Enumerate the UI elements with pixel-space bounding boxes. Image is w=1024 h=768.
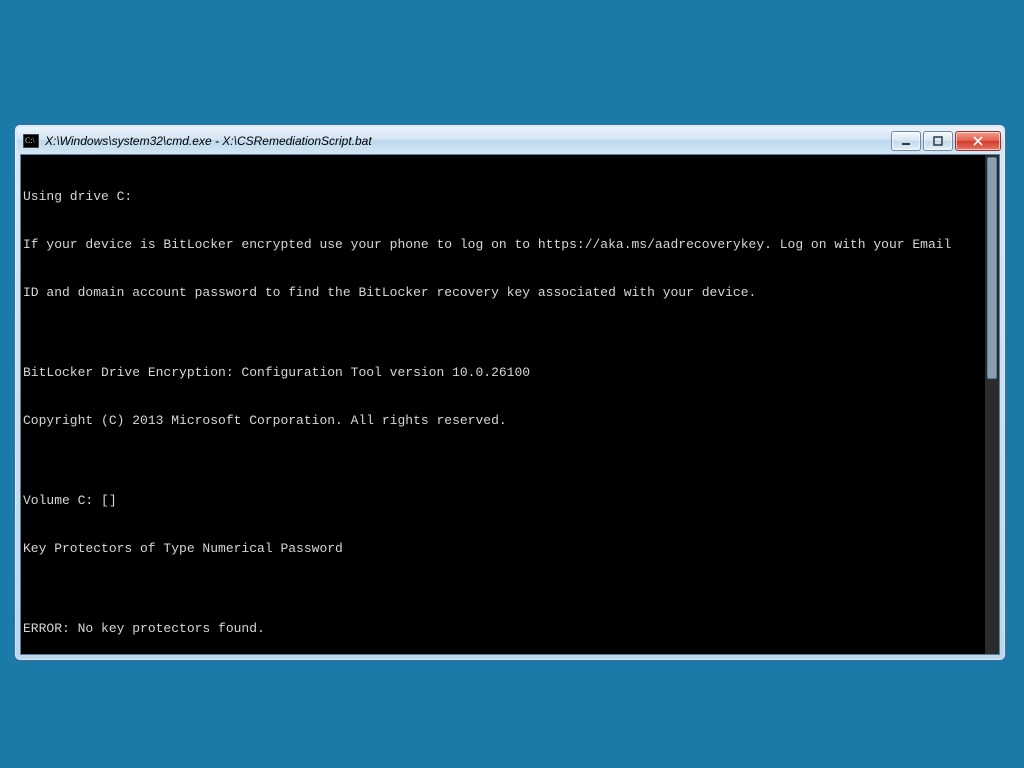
terminal-line: If your device is BitLocker encrypted us… xyxy=(23,237,985,253)
vertical-scrollbar[interactable] xyxy=(985,155,999,654)
maximize-button[interactable] xyxy=(923,131,953,151)
svg-text:C:\: C:\ xyxy=(25,136,36,145)
window-controls xyxy=(891,131,1001,151)
titlebar[interactable]: C:\ X:\Windows\system32\cmd.exe - X:\CSR… xyxy=(17,127,1003,155)
terminal-line: Copyright (C) 2013 Microsoft Corporation… xyxy=(23,413,985,429)
terminal-output[interactable]: Using drive C: If your device is BitLock… xyxy=(21,155,985,654)
terminal-line: BitLocker Drive Encryption: Configuratio… xyxy=(23,365,985,381)
scrollbar-thumb[interactable] xyxy=(987,157,997,379)
terminal-line: Key Protectors of Type Numerical Passwor… xyxy=(23,541,985,557)
terminal-line: ERROR: No key protectors found. xyxy=(23,621,985,637)
window-title: X:\Windows\system32\cmd.exe - X:\CSRemed… xyxy=(45,134,891,148)
cmd-window: C:\ X:\Windows\system32\cmd.exe - X:\CSR… xyxy=(14,124,1006,661)
client-area: Using drive C: If your device is BitLock… xyxy=(21,155,999,654)
cmd-icon: C:\ xyxy=(23,134,39,148)
terminal-line: Using drive C: xyxy=(23,189,985,205)
minimize-button[interactable] xyxy=(891,131,921,151)
terminal-line: Volume C: [] xyxy=(23,493,985,509)
terminal-line: ID and domain account password to find t… xyxy=(23,285,985,301)
close-button[interactable] xyxy=(955,131,1001,151)
